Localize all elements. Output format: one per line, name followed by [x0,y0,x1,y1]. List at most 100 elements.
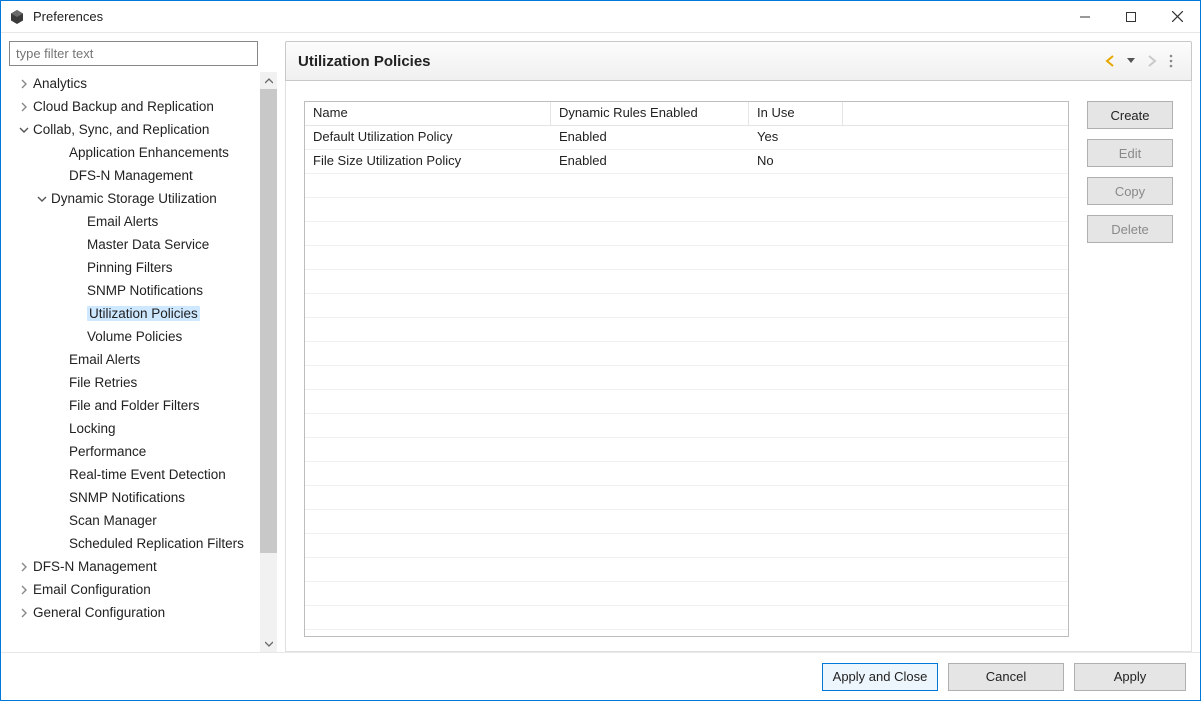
tree-item-label: SNMP Notifications [69,490,185,505]
tree-item-label: Locking [69,421,116,436]
tree-item[interactable]: File and Folder Filters [9,394,256,417]
column-dynamic[interactable]: Dynamic Rules Enabled [551,102,749,125]
tree-item[interactable]: General Configuration [9,601,256,624]
tree-item[interactable]: Scheduled Replication Filters [9,532,256,555]
tree-item[interactable]: DFS-N Management [9,164,256,187]
tree-expand-icon[interactable] [17,100,31,114]
tree-expand-icon[interactable] [17,560,31,574]
table-row[interactable]: File Size Utilization PolicyEnabledNo [305,150,1068,174]
tree-item[interactable]: Volume Policies [9,325,256,348]
column-spacer [843,102,1068,125]
tree-item-label: Dynamic Storage Utilization [51,191,217,206]
tree-item[interactable]: DFS-N Management [9,555,256,578]
cancel-button[interactable]: Cancel [948,663,1064,691]
scroll-down-icon[interactable] [260,635,277,652]
column-in-use[interactable]: In Use [749,102,843,125]
main-header: Utilization Policies [285,41,1192,81]
tree-item[interactable]: Master Data Service [9,233,256,256]
filter-input[interactable] [9,41,258,66]
tree-item-label: Pinning Filters [87,260,173,275]
cell-name: File Size Utilization Policy [305,150,551,173]
table-row [305,390,1068,414]
menu-dots-icon[interactable] [1163,53,1179,69]
table-row [305,222,1068,246]
tree-item-label: General Configuration [33,605,165,620]
tree-expand-icon[interactable] [35,192,49,206]
cell-name: Default Utilization Policy [305,126,551,149]
tree-item-label: Scan Manager [69,513,157,528]
tree-item-label: Email Configuration [33,582,151,597]
cell-in-use: No [749,150,843,173]
tree-item[interactable]: Email Alerts [9,210,256,233]
table-row [305,270,1068,294]
tree-item[interactable]: Scan Manager [9,509,256,532]
tree-item-label: Performance [69,444,146,459]
table-row [305,510,1068,534]
tree-item[interactable]: Utilization Policies [9,302,256,325]
policies-table[interactable]: Name Dynamic Rules Enabled In Use Defaul… [304,101,1069,637]
minimize-button[interactable] [1062,1,1108,32]
tree-item[interactable]: SNMP Notifications [9,486,256,509]
table-row [305,534,1068,558]
column-name[interactable]: Name [305,102,551,125]
tree-item[interactable]: Email Configuration [9,578,256,601]
tree-item-label: Utilization Policies [87,306,200,321]
tree-item[interactable]: Locking [9,417,256,440]
tree-item[interactable]: Real-time Event Detection [9,463,256,486]
tree-item-label: File and Folder Filters [69,398,200,413]
close-button[interactable] [1154,1,1200,32]
tree-scrollbar[interactable] [260,72,277,652]
table-row [305,318,1068,342]
tree-item[interactable]: Dynamic Storage Utilization [9,187,256,210]
maximize-button[interactable] [1108,1,1154,32]
tree-item[interactable]: File Retries [9,371,256,394]
dropdown-icon[interactable] [1123,53,1139,69]
tree-item[interactable]: SNMP Notifications [9,279,256,302]
tree-item-label: Email Alerts [87,214,158,229]
tree-item-label: Volume Policies [87,329,182,344]
table-row [305,246,1068,270]
forward-icon [1143,53,1159,69]
tree-expand-icon[interactable] [17,583,31,597]
delete-button[interactable]: Delete [1087,215,1173,243]
preferences-tree[interactable]: Analytics Cloud Backup and Replication Col… [9,72,260,652]
table-row [305,438,1068,462]
scroll-up-icon[interactable] [260,72,277,89]
scroll-thumb[interactable] [260,89,277,553]
back-icon[interactable] [1103,53,1119,69]
tree-item-label: Collab, Sync, and Replication [33,122,209,137]
preferences-window: Preferences Analytics Cloud Backup and Re… [0,0,1201,701]
tree-expand-icon[interactable] [17,606,31,620]
main-panel: Utilization Policies [285,41,1192,652]
table-row [305,366,1068,390]
titlebar: Preferences [1,1,1200,33]
table-row [305,342,1068,366]
tree-item-label: DFS-N Management [69,168,193,183]
tree-item[interactable]: Email Alerts [9,348,256,371]
tree-item[interactable]: Performance [9,440,256,463]
tree-item[interactable]: Cloud Backup and Replication [9,95,256,118]
tree-item[interactable]: Pinning Filters [9,256,256,279]
tree-item-label: File Retries [69,375,137,390]
tree-item-label: Cloud Backup and Replication [33,99,214,114]
tree-item[interactable]: Analytics [9,72,256,95]
table-row [305,294,1068,318]
tree-item-label: Analytics [33,76,87,91]
edit-button[interactable]: Edit [1087,139,1173,167]
tree-item[interactable]: Collab, Sync, and Replication [9,118,256,141]
create-button[interactable]: Create [1087,101,1173,129]
cell-dynamic: Enabled [551,150,749,173]
copy-button[interactable]: Copy [1087,177,1173,205]
table-row [305,558,1068,582]
sidebar: Analytics Cloud Backup and Replication Col… [9,41,277,652]
tree-expand-icon[interactable] [17,123,31,137]
table-row [305,174,1068,198]
table-row [305,606,1068,630]
table-row[interactable]: Default Utilization PolicyEnabledYes [305,126,1068,150]
window-title: Preferences [33,9,103,24]
apply-and-close-button[interactable]: Apply and Close [822,663,938,691]
tree-item[interactable]: Application Enhancements [9,141,256,164]
table-header: Name Dynamic Rules Enabled In Use [305,102,1068,126]
apply-button[interactable]: Apply [1074,663,1186,691]
tree-expand-icon[interactable] [17,77,31,91]
